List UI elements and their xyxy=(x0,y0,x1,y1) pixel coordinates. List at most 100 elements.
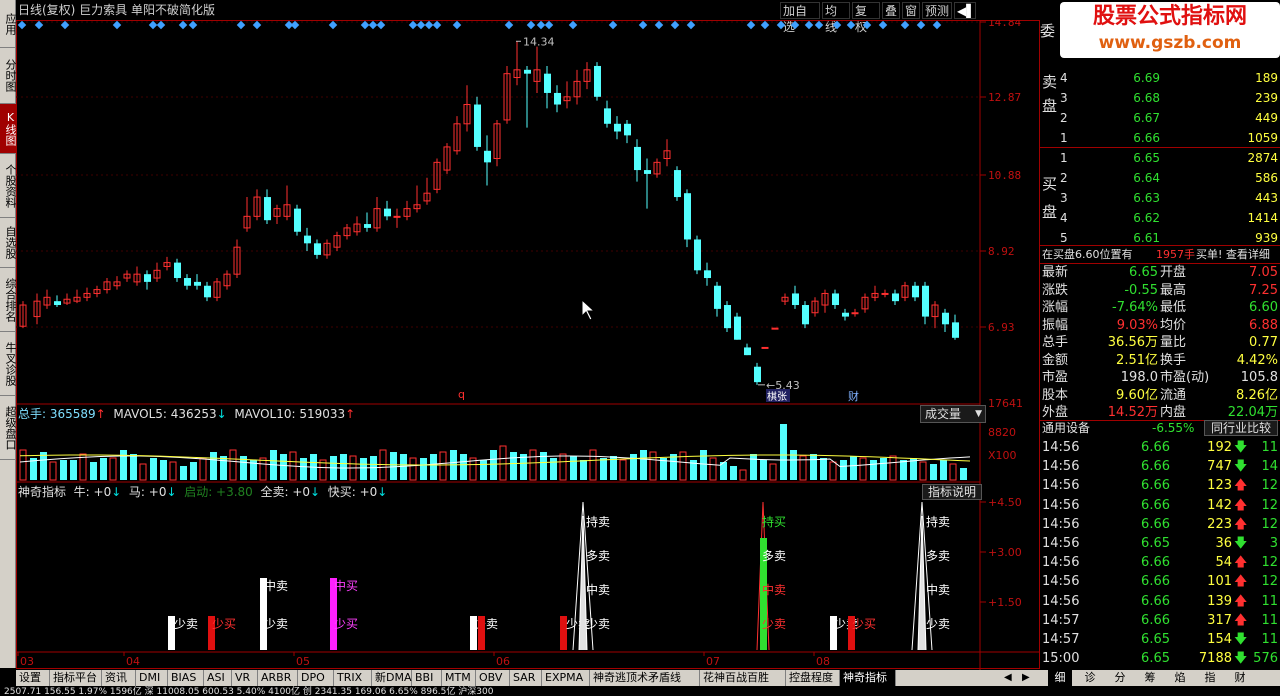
tick-price: 6.66 xyxy=(1141,593,1170,609)
indicator-kuaimai: 快买: +0 xyxy=(327,485,378,499)
quote-row: 涨跌 -0.55 最高 7.25 xyxy=(1040,282,1280,299)
marker-cai[interactable]: 财 xyxy=(848,389,859,403)
toolbar-button-5[interactable]: 预测 xyxy=(922,2,952,19)
volume-bar xyxy=(529,449,537,481)
indicator-help-button[interactable]: 指标说明 xyxy=(922,484,982,500)
quote-key: 换手 xyxy=(1160,352,1187,368)
buy-row[interactable]: 3 6.63 443 xyxy=(1040,188,1280,208)
indicator-tab-12[interactable]: MTM xyxy=(442,670,476,686)
signal-diamond xyxy=(328,20,338,30)
left-tab-5[interactable]: 综合排名 xyxy=(0,268,17,332)
candle-body-down xyxy=(724,305,731,329)
right-tab-5[interactable]: 指 xyxy=(1198,670,1222,686)
indicator-help-label: 指标说明 xyxy=(927,485,976,499)
tick-time: 14:57 xyxy=(1042,632,1080,647)
indicator-tab-1[interactable]: 指标平台 xyxy=(50,670,102,686)
tick-time: 14:56 xyxy=(1042,459,1080,475)
volume-bar xyxy=(670,454,677,480)
price-axis-label: 10.88 xyxy=(988,169,1021,182)
candle-body-down xyxy=(802,305,809,325)
big-order-notice[interactable]: 在买盘6.60位置有 1957手 买单! 查看详细 xyxy=(1040,245,1280,263)
left-tab-3[interactable]: 个股资料 xyxy=(0,154,17,218)
candle-body-down xyxy=(194,281,201,286)
volume-selector[interactable]: 成交量 ▼ xyxy=(920,405,986,423)
toolbar-button-1[interactable]: 均线 xyxy=(822,2,850,34)
sector-compare-button[interactable]: 同行业比较 xyxy=(1204,420,1278,436)
indicator-tab-13[interactable]: OBV xyxy=(476,670,510,686)
indicator-tab-6[interactable]: VR xyxy=(232,670,258,686)
signal-label: 少卖 xyxy=(762,617,786,631)
tick-row: 14:56 6.66 123 🡅 12 xyxy=(1040,476,1280,495)
buy-row[interactable]: 1 6.65 2874 xyxy=(1040,148,1280,168)
sector-name[interactable]: 通用设备 xyxy=(1042,420,1090,437)
indicator-tab-16[interactable]: 神奇逃顶术矛盾线 xyxy=(590,670,700,686)
indicator-tab-17[interactable]: 花神百战百胜 xyxy=(700,670,786,686)
arrow-up-icon: 🡅 xyxy=(1234,574,1248,590)
volume-bar xyxy=(19,449,27,481)
toolbar-button-3[interactable]: 叠 xyxy=(882,2,900,19)
quote-key: 金额 xyxy=(1042,352,1069,368)
right-tab-3[interactable]: 筹 xyxy=(1138,670,1162,686)
arrow-up-icon: 🡅 xyxy=(1234,516,1248,532)
toolbar-button-4[interactable]: 窗 xyxy=(902,2,920,19)
indicator-tab-7[interactable]: ARBR xyxy=(258,670,298,686)
left-tab-7[interactable]: 超级盘口 xyxy=(0,396,17,460)
quote-value: 6.60 xyxy=(1249,300,1278,315)
right-tab-4[interactable]: 焰 xyxy=(1168,670,1192,686)
candle-body-down xyxy=(942,312,949,325)
volume-bar xyxy=(430,454,437,480)
indicator-tab-4[interactable]: BIAS xyxy=(168,670,204,686)
indicator-tab-0[interactable]: 设置 xyxy=(16,670,50,686)
indicator-tab-9[interactable]: TRIX xyxy=(334,670,372,686)
indicator-tab-2[interactable]: 资讯 xyxy=(102,670,136,686)
candle-body-down xyxy=(264,197,271,221)
tick-count: 3 xyxy=(1269,536,1278,551)
sell-row[interactable]: 4 6.69 189 xyxy=(1040,68,1280,88)
notice-action: 买单! 查看详细 xyxy=(1196,248,1270,261)
marker-jz[interactable]: 棋张 xyxy=(767,390,787,403)
candle-body-down xyxy=(684,193,691,240)
indicator-tab-19[interactable]: 神奇指标 xyxy=(840,670,896,686)
signal-label: 多卖 xyxy=(586,549,610,563)
sell-row[interactable]: 1 6.66 1059 xyxy=(1040,128,1280,148)
signal-diamond xyxy=(686,20,696,30)
right-tab-1[interactable]: 诊 xyxy=(1078,670,1102,686)
candle-body-down xyxy=(892,293,899,302)
sell-row[interactable]: 2 6.67 449 xyxy=(1040,108,1280,128)
indicator-tab-3[interactable]: DMI xyxy=(136,670,168,686)
right-tab-2[interactable]: 分 xyxy=(1108,670,1132,686)
indicator-tab-8[interactable]: DPO xyxy=(298,670,334,686)
sell-row[interactable]: 3 6.68 239 xyxy=(1040,88,1280,108)
right-tab-0[interactable]: 细 xyxy=(1048,670,1072,686)
quote-value: 4.42% xyxy=(1236,352,1278,368)
arrow-down-icon: 🡇 xyxy=(1234,459,1248,475)
left-tab-4[interactable]: 自选股 xyxy=(0,218,17,268)
scroll-right-icon[interactable]: ▶ xyxy=(1022,670,1030,686)
left-tab-0[interactable]: 应用 xyxy=(0,0,17,48)
toolbar-button-2[interactable]: 复权 xyxy=(852,2,880,34)
indicator-tab-18[interactable]: 控盘程度 xyxy=(786,670,840,686)
buy-row[interactable]: 4 6.62 1414 xyxy=(1040,208,1280,228)
indicator-tab-5[interactable]: ASI xyxy=(204,670,232,686)
candle-body-down xyxy=(384,208,391,217)
toolbar-button-0[interactable]: 加自选 xyxy=(780,2,820,34)
indicator-tab-10[interactable]: 新DMA xyxy=(372,670,412,686)
volume-bar xyxy=(880,458,887,480)
kline-chart[interactable]: 14.8412.8710.888.926.9314.34←5.43q 棋张 财176… xyxy=(16,20,1040,670)
buy-volume: 443 xyxy=(1255,191,1278,205)
sell-level: 1 xyxy=(1060,131,1068,145)
signal-diamond xyxy=(526,20,536,30)
right-tab-6[interactable]: 财 xyxy=(1228,670,1252,686)
arrow-up-icon: 🡅 xyxy=(1234,555,1248,571)
scroll-left-icon[interactable]: ◀ xyxy=(1004,670,1012,686)
buy-row[interactable]: 2 6.64 586 xyxy=(1040,168,1280,188)
menu-arrow-icon[interactable]: ◀▌ xyxy=(954,2,976,19)
indicator-tab-11[interactable]: BBI xyxy=(412,670,442,686)
buy-level: 2 xyxy=(1060,171,1068,185)
indicator-tab-14[interactable]: SAR xyxy=(510,670,542,686)
indicator-tab-15[interactable]: EXPMA xyxy=(542,670,590,686)
sell-price: 6.69 xyxy=(1133,71,1160,85)
left-tab-2[interactable]: K线图 xyxy=(0,104,17,154)
left-tab-6[interactable]: 牛叉诊股 xyxy=(0,332,17,396)
left-tab-1[interactable]: 分时图 xyxy=(0,48,17,104)
